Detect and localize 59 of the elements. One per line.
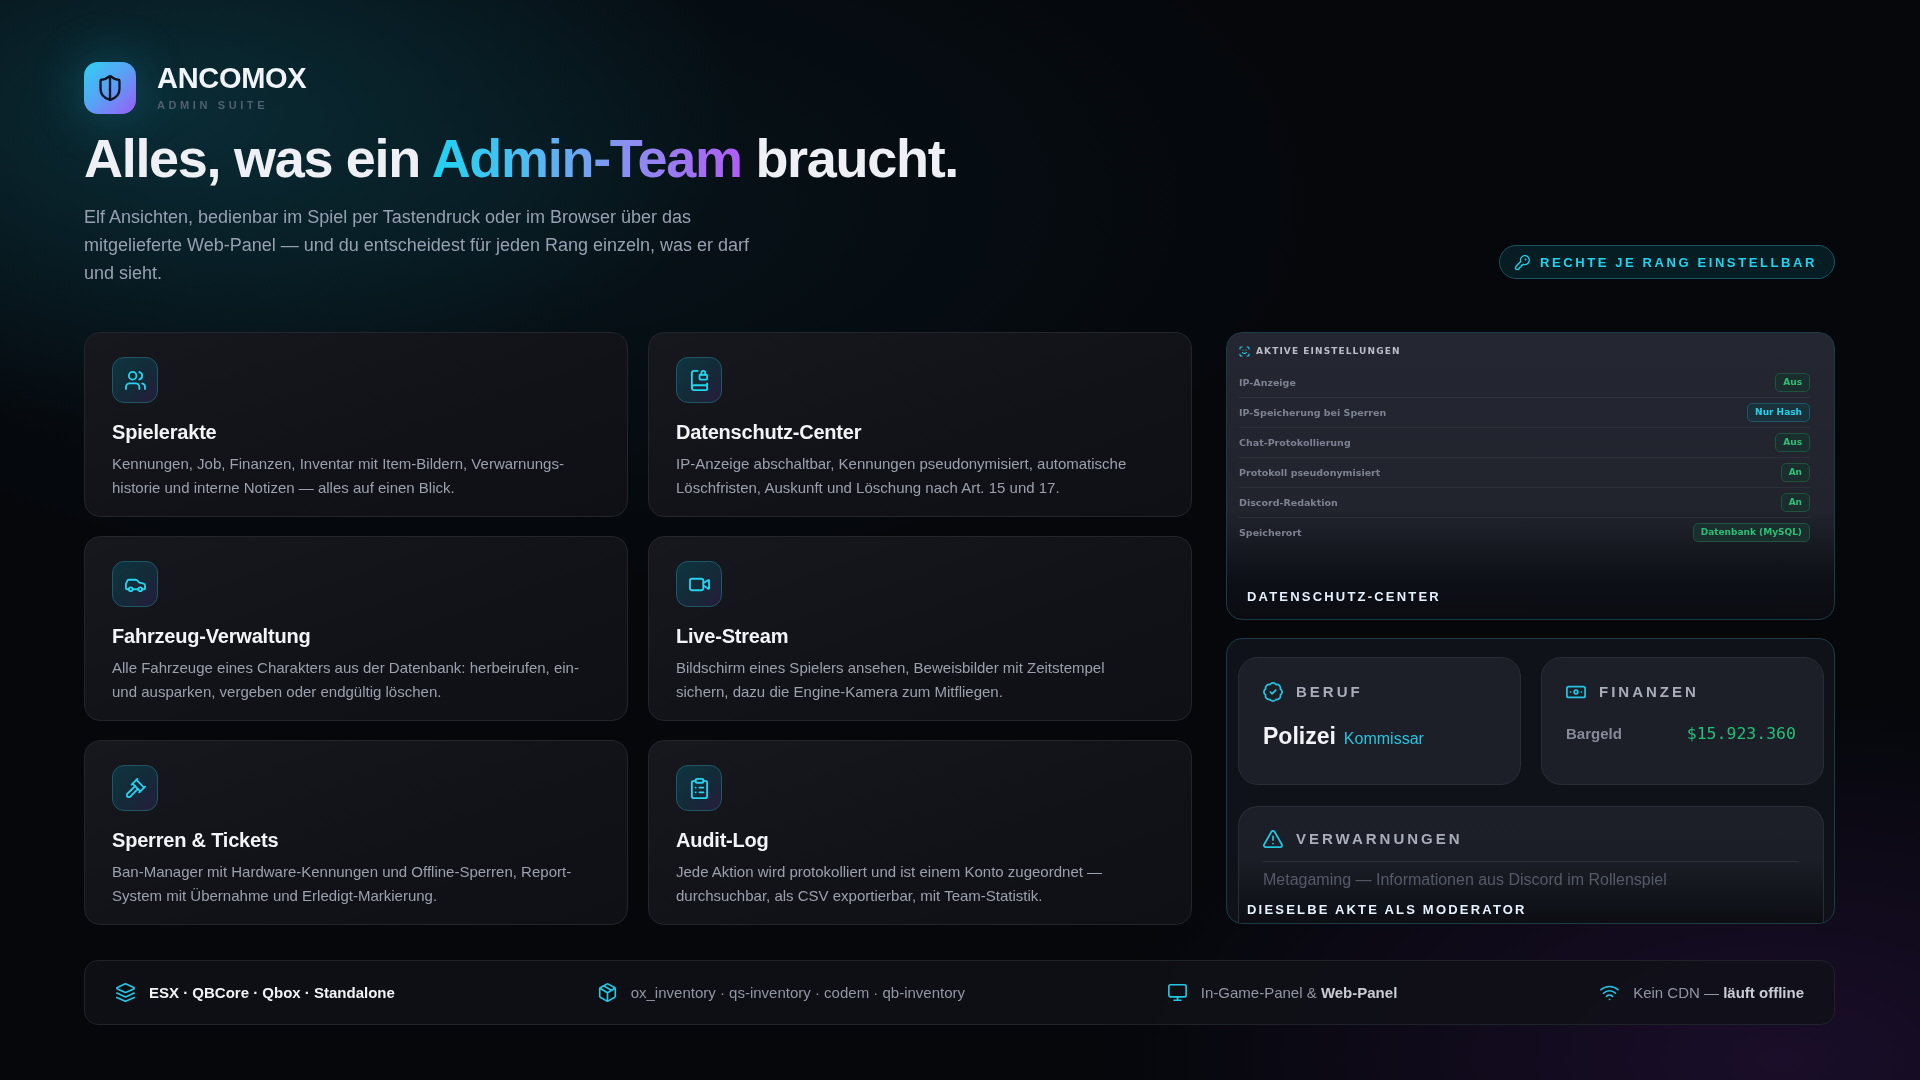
users-icon xyxy=(112,357,158,403)
cash-amount: $15.923.360 xyxy=(1686,724,1796,743)
footer-text: In-Game-Panel & Web-Panel xyxy=(1200,984,1398,1001)
card-description: Bildschirm eines Spielers ansehen, Beweisbilder mit Zeitstempel sichern, dazu die Engine-Kamera zum Mitfliegen. xyxy=(676,658,1106,702)
locked-book-icon xyxy=(676,357,722,403)
intro-text: Elf Ansichten, bedienbar im Spiel per Tastendruck oder im Browser über das mitgelieferte Web-Panel — und du entscheidest für jeden Rang einzeln, was er darf und sieht. xyxy=(84,206,751,285)
preview-title: AKTIVE EINSTELLUNGEN xyxy=(1256,346,1401,356)
setting-value: An xyxy=(1780,463,1810,482)
warning-entry: Metagaming — Informationen aus Discord im Rollenspiel xyxy=(1263,870,1668,890)
card-title: Audit-Log xyxy=(676,828,770,852)
setting-label: Discord-Redaktion xyxy=(1239,497,1338,508)
wifi-icon xyxy=(1600,983,1620,1002)
headline: Alles, was ein Admin-Team braucht. xyxy=(84,127,959,190)
cube-icon xyxy=(597,983,617,1002)
card-title: Spielerakte xyxy=(112,420,218,444)
cash-label: Bargeld xyxy=(1566,725,1622,742)
card-title: Fahrzeug-Verwaltung xyxy=(112,624,312,648)
monitor-icon xyxy=(1167,983,1187,1002)
gavel-icon xyxy=(112,765,158,811)
setting-label: Protokoll pseudonymisiert xyxy=(1239,467,1381,478)
shield-icon xyxy=(84,62,136,114)
card-description: Kennungen, Job, Finanzen, Inventar mit Item-Bildern, Verwarnungs-historie und interne Notizen — alles auf einen Blick. xyxy=(112,454,565,498)
preview-caption: DATENSCHUTZ-CENTER xyxy=(1246,589,1442,605)
job-rank: Kommissar xyxy=(1343,730,1424,748)
job-name: Polizei xyxy=(1263,722,1336,750)
car-icon xyxy=(112,561,158,607)
footer-text: Kein CDN — läuft offline xyxy=(1633,984,1804,1001)
footer-text: ox_inventory · qs-inventory · codem · qb-inventory xyxy=(630,984,965,1001)
setting-value: Datenbank (MySQL) xyxy=(1692,523,1810,542)
warning-triangle-icon xyxy=(1263,829,1283,849)
badge-check-icon xyxy=(1263,682,1283,702)
card-title: Datenschutz-Center xyxy=(676,420,863,444)
setting-value: An xyxy=(1780,493,1810,512)
card-heading: FINANZEN xyxy=(1599,682,1699,702)
key-icon xyxy=(1514,254,1530,270)
setting-label: IP-Anzeige xyxy=(1239,377,1296,388)
card-description: Ban-Manager mit Hardware-Kennungen und Offline-Sperren, Report-System mit Übernahme und Erledigt-Markierung. xyxy=(112,862,573,906)
card-heading: BERUF xyxy=(1296,682,1363,702)
permissions-tag-label: RECHTE JE RANG EINSTELLBAR xyxy=(1539,254,1817,270)
card-description: Jede Aktion wird protokolliert und ist einem Konto zugeordnet — durchsuchbar, als CSV exportierbar, mit Team-Statistik. xyxy=(676,862,1104,906)
card-description: IP-Anzeige abschaltbar, Kennungen pseudonymisiert, automatische Löschfristen, Auskunft und Löschung nach Art. 15 und 17. xyxy=(676,454,1128,498)
face-scan-icon xyxy=(1239,345,1250,357)
setting-value: Aus xyxy=(1775,433,1810,452)
setting-value: Nur Hash xyxy=(1747,403,1810,422)
layers-icon xyxy=(116,983,135,1002)
footer-text: ESX · QBCore · Qbox · Standalone xyxy=(149,984,395,1001)
setting-label: Chat-Protokollierung xyxy=(1239,437,1351,448)
card-description: Alle Fahrzeuge eines Charakters aus der Datenbank: herbeirufen, ein- und ausparken, vergeben oder endgültig löschen. xyxy=(112,658,580,702)
setting-label: Speicherort xyxy=(1239,527,1302,538)
card-heading: VERWARNUNGEN xyxy=(1296,829,1463,849)
setting-value: Aus xyxy=(1775,373,1810,392)
setting-label: IP-Speicherung bei Sperren xyxy=(1239,407,1387,418)
preview-caption: DIESELBE AKTE ALS MODERATOR xyxy=(1247,903,1527,917)
card-title: Sperren & Tickets xyxy=(112,828,280,852)
card-title: Live-Stream xyxy=(676,624,790,648)
brand-name: ANCOMOX xyxy=(157,63,307,93)
brand-tagline: ADMIN SUITE xyxy=(157,99,270,112)
clipboard-list-icon xyxy=(676,765,722,811)
video-camera-icon xyxy=(676,561,722,607)
